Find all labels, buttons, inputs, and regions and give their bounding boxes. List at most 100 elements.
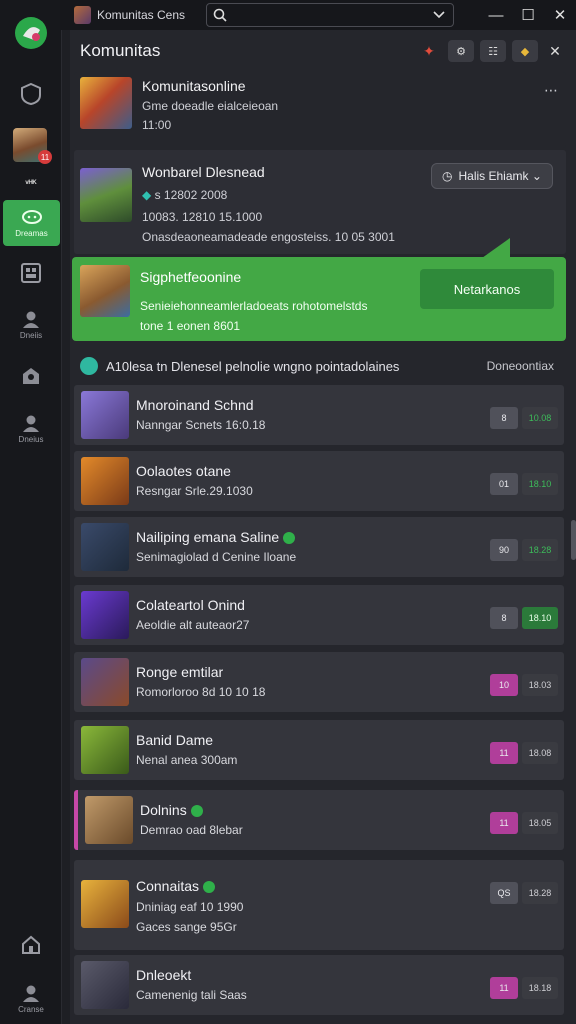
grid-icon (21, 263, 41, 283)
item-tag: 18.28 (522, 882, 558, 904)
list-item-selected[interactable]: Dolnins Demrao oad 8lebar 11 18.05 (74, 790, 564, 850)
item-subtitle: Dniniag eaf 10 1990 (136, 900, 244, 914)
game-thumbnail (80, 168, 132, 222)
minimize-button[interactable]: — (480, 0, 512, 30)
trophy-icon[interactable]: ◆ (512, 40, 538, 62)
rail-item-user-2[interactable]: Dneius (0, 414, 62, 444)
more-options-icon[interactable]: ⋯ (544, 82, 558, 99)
online-status-icon (190, 805, 203, 818)
list-item[interactable]: Ronge emtilar Romorloroo 8d 10 10 18 10 … (74, 652, 564, 712)
section-header: A10lesa tn Dlenesel pelnolie wngno point… (80, 356, 566, 376)
settings-icon[interactable]: ⚙ (448, 40, 474, 62)
rail-item-shield[interactable] (0, 82, 62, 106)
item-title-text: Connaitas (136, 878, 200, 894)
follow-dropdown-label: Halis Ehiamk ⌄ (458, 169, 542, 183)
window-title: Komunitas Cens (96, 8, 185, 22)
game-thumbnail (81, 523, 129, 571)
item-time: 11:00 (142, 118, 172, 132)
game-thumbnail (80, 77, 132, 129)
item-tag: 18.10 (522, 607, 558, 629)
maximize-button[interactable]: ☐ (512, 0, 544, 30)
online-status-icon (203, 881, 216, 894)
rail-item-user-1[interactable]: Dneiis (0, 310, 62, 340)
scrollbar[interactable] (571, 520, 576, 560)
item-title-text: Dolnins (140, 802, 187, 818)
game-thumbnail (81, 658, 129, 706)
item-action-icon[interactable]: 90 (490, 539, 518, 561)
game-thumbnail (80, 265, 130, 317)
list-item[interactable]: Nailiping emana Saline Senimagiolad d Ce… (74, 517, 564, 577)
online-highlight-card[interactable]: Sigphetfeoonine Senieiehonneamlerladoeat… (72, 257, 566, 341)
item-action-icon[interactable]: 11 (490, 977, 518, 999)
left-rail: 11 ᵛᴴᴷ Dreamas Dneiis Dneius Cranse (0, 0, 62, 1024)
item-tag: 10.08 (522, 407, 558, 429)
chevron-down-icon[interactable] (433, 11, 445, 19)
list-item[interactable]: Oolaotes otane Resngar Srle.29.1030 01 1… (74, 451, 564, 511)
item-title: Connaitas (136, 878, 216, 894)
item-title: Ronge emtilar (136, 664, 224, 680)
list-item[interactable]: Mnoroinand Schnd Nanngar Scnets 16:0.18 … (74, 385, 564, 445)
search-input[interactable] (231, 8, 433, 22)
logo-mark-icon: ᵛᴴᴷ (25, 178, 37, 188)
panel-close-button[interactable]: ✕ (544, 40, 566, 62)
item-subtitle: Camenenig tali Saas (136, 988, 247, 1002)
rail-item-label: Dneiis (19, 331, 43, 340)
rail-item-active[interactable]: Dreamas (3, 200, 60, 246)
rail-item-user-3[interactable]: Cranse (0, 984, 62, 1014)
green-card-title: Sigphetfeoonine (140, 269, 242, 285)
item-action-icon[interactable]: 10 (490, 674, 518, 696)
gift-icon[interactable]: ✦ (416, 40, 442, 62)
item-title: Dnleoekt (136, 967, 192, 983)
follow-dropdown-button[interactable]: ◷ Halis Ehiamk ⌄ (431, 163, 553, 189)
item-subtitle: Nanngar Scnets 16:0.18 (136, 418, 266, 432)
game-thumbnail (81, 457, 129, 505)
item-subtitle: Resngar Srle.29.1030 (136, 484, 253, 498)
list-item[interactable]: Connaitas Dniniag eaf 10 1990 Gaces sang… (74, 860, 564, 950)
rail-item-home[interactable] (0, 934, 62, 956)
rail-item-extra[interactable]: ᵛᴴᴷ (0, 178, 62, 188)
item-action-icon[interactable]: 8 (490, 407, 518, 429)
item-action-icon[interactable]: 11 (490, 812, 518, 834)
item-action-icon[interactable]: QS (490, 882, 518, 904)
item-action-icon[interactable]: 11 (490, 742, 518, 764)
featured-line-1: ◆ s 12802 2008 (142, 188, 227, 202)
window-close-button[interactable]: ✕ (544, 0, 576, 30)
featured-title: Wonbarel Dlesnead (142, 164, 265, 180)
featured-line-2: 10083. 12810 15.1000 (142, 210, 263, 224)
featured-line-3: Onasdeaoneamadeade engosteiss. 10 05 300… (142, 230, 395, 244)
item-action-icon[interactable]: 8 (490, 607, 518, 629)
controller-icon[interactable]: ☷ (480, 40, 506, 62)
window-app-icon (74, 6, 91, 24)
app-logo-icon[interactable] (14, 16, 48, 50)
game-thumbnail (81, 391, 129, 439)
person-icon (23, 985, 39, 1002)
search-box[interactable] (206, 3, 454, 27)
rail-item-group[interactable] (0, 366, 62, 386)
item-subtitle: Demrao oad 8lebar (140, 823, 243, 837)
item-tag: 18.18 (522, 977, 558, 999)
home-icon (22, 935, 40, 954)
page-title: Komunitas (80, 41, 161, 60)
search-icon (214, 8, 227, 22)
community-item-top[interactable]: Komunitasonline Gme doeadle eialceieoan … (74, 72, 566, 148)
rail-item-grid[interactable] (0, 262, 62, 284)
list-item[interactable]: Dnleoekt Camenenig tali Saas 11 18.18 (74, 955, 564, 1015)
rail-item-label: Dneius (18, 435, 44, 444)
section-status-icon (80, 357, 98, 375)
person-icon (23, 311, 39, 328)
item-title: Komunitasonline (142, 78, 246, 94)
item-title: Dolnins (140, 802, 203, 818)
list-item[interactable]: Banid Dame Nenal anea 300am 11 18.08 (74, 720, 564, 780)
item-title: Banid Dame (136, 732, 214, 748)
chat-bubble-icon (21, 209, 42, 224)
list-item[interactable]: Colateartol Onind Aeoldie alt auteaor27 … (74, 585, 564, 645)
group-icon (23, 368, 39, 384)
green-card-line-1: Senieiehonneamlerladoeats rohotomelstds (140, 299, 368, 313)
shield-icon (21, 82, 41, 106)
network-button[interactable]: Netarkanos (420, 269, 554, 309)
section-filter-link[interactable]: Doneoontiax (487, 359, 554, 373)
item-tag: 18.05 (522, 812, 558, 834)
item-action-icon[interactable]: 01 (490, 473, 518, 495)
game-thumbnail (85, 796, 133, 844)
item-subtitle: Senimagiolad d Cenine Iloane (136, 550, 297, 564)
